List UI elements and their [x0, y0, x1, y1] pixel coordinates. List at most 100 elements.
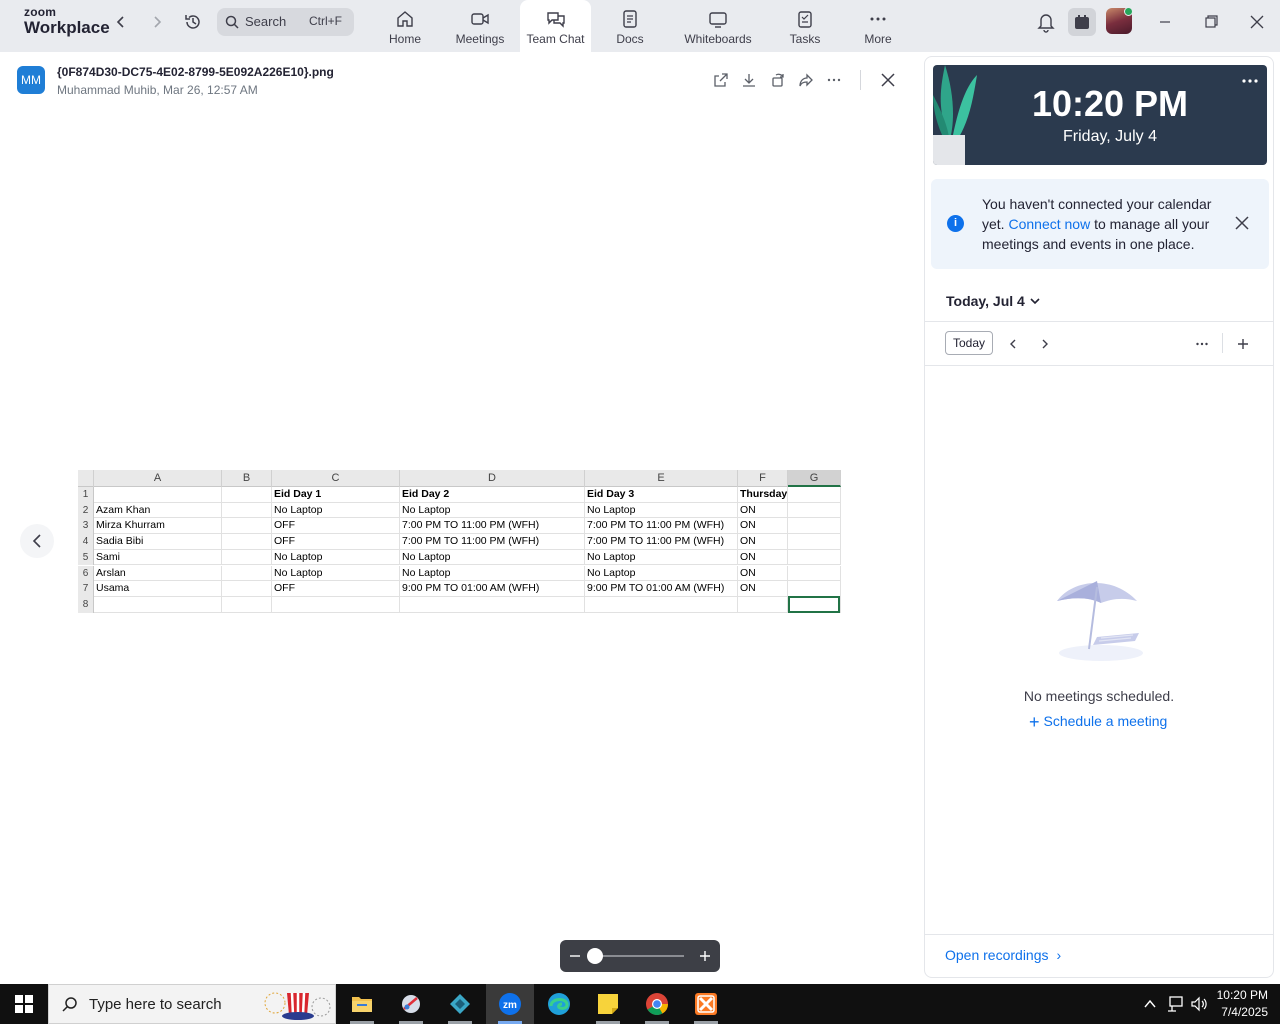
- connect-now-link[interactable]: Connect now: [1008, 216, 1090, 232]
- sheet-cell: [788, 581, 841, 597]
- tab-more[interactable]: More: [850, 0, 906, 52]
- chat-icon: [546, 12, 565, 28]
- bell-icon[interactable]: [1034, 10, 1058, 34]
- search-input[interactable]: Search Ctrl+F: [217, 8, 354, 36]
- tab-home[interactable]: Home: [375, 0, 435, 52]
- sheet-cell: [222, 487, 272, 503]
- info-icon: i: [947, 215, 964, 232]
- calendar-connect-notice: i You haven't connected your calendar ye…: [931, 179, 1269, 269]
- tab-label: Whiteboards: [684, 32, 752, 46]
- sheet-cell: Arslan: [94, 565, 222, 582]
- history-icon[interactable]: [183, 12, 203, 32]
- sheet-cell: [222, 549, 272, 566]
- more-options-icon[interactable]: [1195, 337, 1209, 351]
- sheet-cell: Eid Day 1: [272, 487, 400, 503]
- chevron-down-icon[interactable]: [1029, 296, 1041, 306]
- tab-team-chat[interactable]: Team Chat: [520, 0, 591, 52]
- sheet-cell: [222, 502, 272, 519]
- chevron-up-icon[interactable]: [1143, 998, 1157, 1010]
- calendar-panel-button[interactable]: [1068, 8, 1096, 36]
- divider: [925, 365, 1273, 366]
- minimize-icon[interactable]: [1155, 12, 1175, 32]
- sheet-cell: Eid Day 3: [585, 487, 738, 503]
- snipping-app[interactable]: [387, 984, 435, 1024]
- chevron-right-icon: ›: [1056, 947, 1062, 963]
- row-header: 8: [78, 596, 94, 613]
- zoom-track[interactable]: [596, 955, 684, 957]
- schedule-meeting-link[interactable]: + Schedule a meeting: [1029, 712, 1167, 733]
- open-recordings-link[interactable]: Open recordings ›: [945, 947, 1061, 963]
- zoom-out-icon[interactable]: [568, 948, 582, 964]
- windows-taskbar: Type here to search zm 10:20 PM 7/4/2025: [0, 984, 1280, 1024]
- open-external-icon[interactable]: [713, 72, 729, 88]
- zoom-slider-handle[interactable]: [587, 948, 603, 964]
- calendar-icon: [1075, 15, 1089, 29]
- chevron-left-icon[interactable]: [1006, 337, 1020, 351]
- search-placeholder: Search: [245, 14, 287, 29]
- network-icon[interactable]: [1166, 995, 1184, 1013]
- selected-cell: [788, 596, 840, 613]
- taskbar-search-input[interactable]: Type here to search: [48, 984, 336, 1024]
- forward-arrow-icon[interactable]: [149, 14, 165, 30]
- download-icon[interactable]: [741, 72, 757, 88]
- previous-image-button[interactable]: [20, 524, 54, 558]
- sheet-cell: Usama: [94, 581, 222, 597]
- column-header: D: [400, 470, 585, 487]
- rotate-icon[interactable]: [770, 72, 786, 88]
- image-viewer: MM {0F874D30-DC75-4E02-8799-5E092A226E10…: [0, 52, 922, 982]
- sheet-cell: 7:00 PM TO 11:00 PM (WFH): [400, 534, 585, 550]
- back-arrow-icon[interactable]: [113, 14, 129, 30]
- chevron-left-icon: [32, 534, 41, 548]
- zoom-control: [560, 940, 720, 972]
- xampp-app[interactable]: [682, 984, 730, 1024]
- sheet-cell: [788, 487, 841, 503]
- share-icon[interactable]: [798, 72, 814, 88]
- sheet-cell: [788, 549, 841, 566]
- tab-whiteboards[interactable]: Whiteboards: [676, 0, 760, 52]
- taskbar-search-placeholder: Type here to search: [89, 996, 222, 1013]
- close-window-icon[interactable]: [1247, 12, 1267, 32]
- row-header: 2: [78, 502, 94, 519]
- sheet-cell: No Laptop: [400, 549, 585, 566]
- sheet-cell: 7:00 PM TO 11:00 PM (WFH): [585, 534, 738, 550]
- chevron-right-icon[interactable]: [1038, 337, 1052, 351]
- column-header: B: [222, 470, 272, 487]
- sticky-notes-app[interactable]: [584, 984, 632, 1024]
- sheet-cell: No Laptop: [400, 502, 585, 519]
- column-header: C: [272, 470, 400, 487]
- zoom-icon: zm: [499, 993, 521, 1015]
- volume-icon[interactable]: [1190, 995, 1208, 1013]
- tab-tasks[interactable]: Tasks: [775, 0, 835, 52]
- close-viewer-icon[interactable]: [880, 72, 896, 88]
- sheet-cell: ON: [738, 518, 788, 535]
- row-header: 4: [78, 534, 94, 550]
- sheet-cell: No Laptop: [585, 502, 738, 519]
- more-options-icon[interactable]: [1241, 75, 1259, 87]
- more-options-icon[interactable]: [826, 72, 842, 88]
- clock-date: Friday, July 4: [1063, 128, 1157, 145]
- tab-docs[interactable]: Docs: [600, 0, 660, 52]
- windows-start-icon[interactable]: [15, 995, 33, 1013]
- taskbar-clock[interactable]: 10:20 PM 7/4/2025: [1217, 987, 1268, 1021]
- edge-app[interactable]: [535, 984, 583, 1024]
- file-explorer-app[interactable]: [338, 984, 386, 1024]
- svg-text:zm: zm: [503, 1000, 517, 1011]
- sheet-cell: [222, 581, 272, 597]
- tab-label: Docs: [616, 32, 644, 46]
- chrome-app[interactable]: [633, 984, 681, 1024]
- column-header: G: [788, 470, 841, 487]
- sheet-cell: ON: [738, 534, 788, 550]
- close-notice-icon[interactable]: [1235, 216, 1249, 230]
- search-shortcut: Ctrl+F: [309, 14, 342, 28]
- anydesk-app[interactable]: [436, 984, 484, 1024]
- zoom-in-icon[interactable]: [698, 948, 712, 964]
- day-selector[interactable]: Today, Jul 4: [946, 293, 1025, 309]
- add-icon[interactable]: [1236, 337, 1250, 351]
- sheet-cell: ON: [738, 502, 788, 519]
- sheet-cell: [222, 565, 272, 582]
- row-header: 5: [78, 549, 94, 566]
- zoom-app[interactable]: zm: [486, 984, 534, 1024]
- tab-meetings[interactable]: Meetings: [448, 0, 512, 52]
- restore-icon[interactable]: [1201, 12, 1221, 32]
- today-button[interactable]: Today: [945, 331, 993, 355]
